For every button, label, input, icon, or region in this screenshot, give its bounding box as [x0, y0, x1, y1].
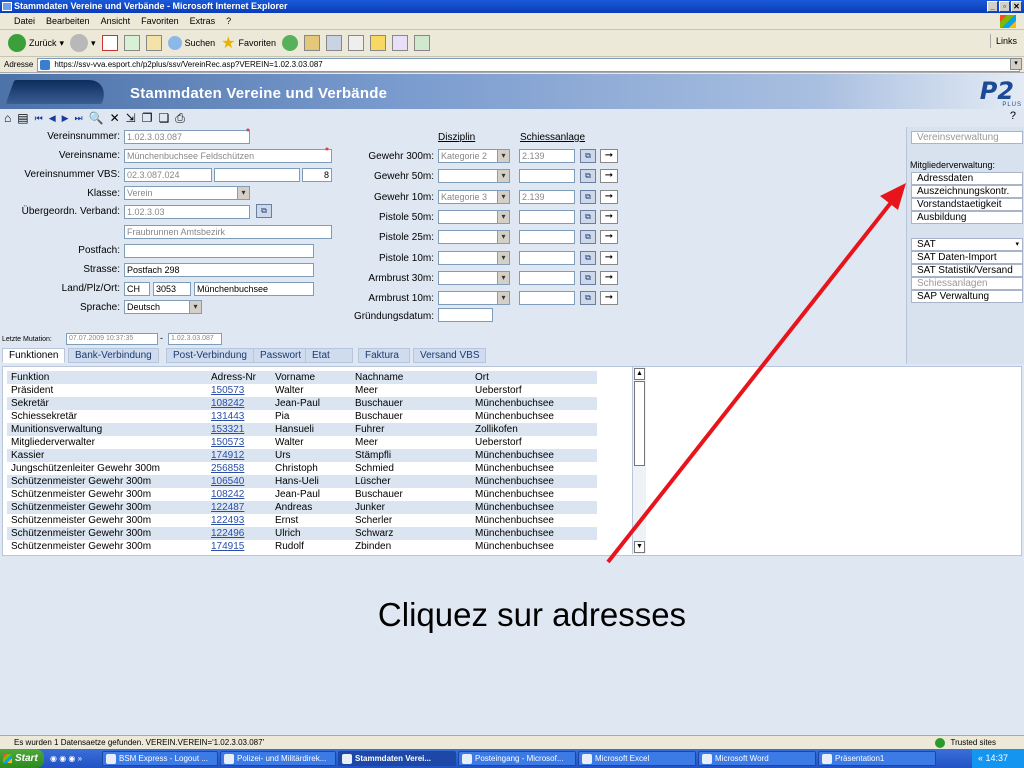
task-word[interactable]: Microsoft Word — [698, 751, 816, 766]
security-zone-label: Trusted sites — [950, 738, 997, 747]
quicklaunch-icons[interactable]: ◉ ◉ ◉ » — [50, 754, 100, 763]
task-excel[interactable]: Microsoft Excel — [578, 751, 696, 766]
task-polizei[interactable]: Polizei- und Militärdirek... — [220, 751, 336, 766]
annotation-arrow — [606, 183, 906, 564]
instruction-caption: Cliquez sur adresses — [377, 596, 687, 633]
check-icon — [934, 738, 945, 748]
start-label: Start — [15, 753, 38, 764]
taskbar: Start ◉ ◉ ◉ » BSM Express - Logout ... P… — [0, 749, 1024, 768]
security-zone: Trusted sites — [934, 736, 997, 749]
system-tray: « 14:37 — [972, 749, 1024, 768]
task-praesentation[interactable]: Präsentation1 — [818, 751, 936, 766]
arrow-head — [880, 183, 906, 210]
task-bsm-express[interactable]: BSM Express - Logout ... — [102, 751, 218, 766]
status-bar: Es wurden 1 Datensaetze gefunden. VEREIN… — [0, 735, 1024, 749]
arrow-shaft — [606, 198, 895, 564]
task-stammdaten[interactable]: Stammdaten Verei... — [338, 751, 456, 766]
start-button[interactable]: Start — [0, 749, 44, 768]
windows-flag-icon — [3, 754, 12, 763]
task-posteingang[interactable]: Posteingang - Microsof... — [458, 751, 576, 766]
status-text: Es wurden 1 Datensaetze gefunden. VEREIN… — [14, 738, 265, 747]
clock: 14:37 — [985, 753, 1009, 763]
